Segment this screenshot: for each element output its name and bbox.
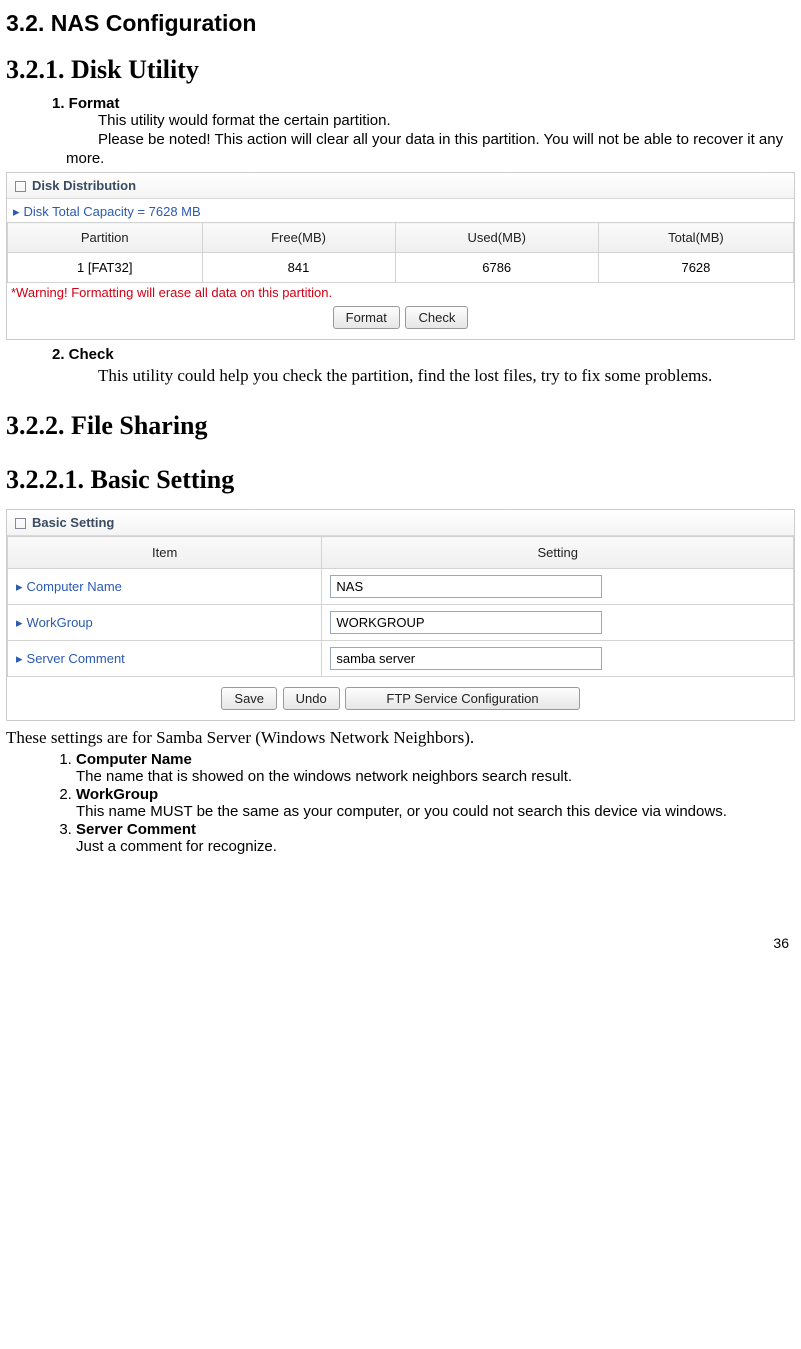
- panel-title-text: Disk Distribution: [32, 178, 136, 193]
- def-2-desc: This name MUST be the same as your compu…: [76, 803, 727, 820]
- triangle-icon: ▸: [16, 615, 23, 630]
- page-number: 36: [6, 935, 795, 951]
- def-1-title: Computer Name: [76, 751, 192, 768]
- save-button[interactable]: Save: [221, 687, 277, 710]
- check-button[interactable]: Check: [405, 306, 468, 329]
- col-free: Free(MB): [202, 223, 395, 253]
- undo-button[interactable]: Undo: [283, 687, 340, 710]
- cell-used: 6786: [395, 253, 598, 283]
- table-row: ▸Server Comment: [8, 641, 794, 677]
- col-total: Total(MB): [598, 223, 793, 253]
- triangle-icon: ▸: [13, 204, 20, 219]
- format-button[interactable]: Format: [333, 306, 400, 329]
- heading-3-2: 3.2. NAS Configuration: [6, 10, 795, 37]
- def-2-title: WorkGroup: [76, 786, 158, 803]
- format-warning: *Warning! Formatting will erase all data…: [7, 283, 794, 300]
- panel-title-basic: Basic Setting: [7, 510, 794, 536]
- def-1-desc: The name that is showed on the windows n…: [76, 768, 572, 785]
- disk-table: Partition Free(MB) Used(MB) Total(MB) 1 …: [7, 222, 794, 283]
- basic-setting-panel: Basic Setting Item Setting ▸Computer Nam…: [6, 509, 795, 721]
- list-item: Computer Name The name that is showed on…: [76, 751, 795, 785]
- table-row: ▸Computer Name: [8, 569, 794, 605]
- col-setting: Setting: [322, 537, 794, 569]
- definitions-list: Computer Name The name that is showed on…: [6, 751, 795, 855]
- computer-name-input[interactable]: [330, 575, 602, 598]
- row-server-comment-label: ▸Server Comment: [8, 641, 322, 677]
- workgroup-input[interactable]: [330, 611, 602, 634]
- cell-total: 7628: [598, 253, 793, 283]
- server-comment-input[interactable]: [330, 647, 602, 670]
- basic-button-bar: Save Undo FTP Service Configuration: [7, 677, 794, 720]
- panel-square-icon: [15, 181, 26, 192]
- col-item: Item: [8, 537, 322, 569]
- list-item: WorkGroup This name MUST be the same as …: [76, 786, 795, 820]
- ftp-config-button[interactable]: FTP Service Configuration: [345, 687, 579, 710]
- cell-free: 841: [202, 253, 395, 283]
- format-text-1: This utility would format the certain pa…: [98, 112, 795, 131]
- row-computer-name-label: ▸Computer Name: [8, 569, 322, 605]
- basic-setting-table: Item Setting ▸Computer Name ▸WorkGroup ▸…: [7, 536, 794, 677]
- samba-note: These settings are for Samba Server (Win…: [6, 727, 795, 749]
- cell-partition: 1 [FAT32]: [8, 253, 203, 283]
- heading-3-2-1: 3.2.1. Disk Utility: [6, 55, 795, 85]
- disk-distribution-panel: Disk Distribution ▸ Disk Total Capacity =…: [6, 172, 795, 340]
- format-text-2: Please be noted! This action will clear …: [66, 131, 783, 167]
- triangle-icon: ▸: [16, 579, 23, 594]
- list-item: Server Comment Just a comment for recogn…: [76, 821, 795, 855]
- check-text: This utility could help you check the pa…: [98, 366, 712, 385]
- panel-title-disk: Disk Distribution: [7, 173, 794, 199]
- disk-button-bar: Format Check: [7, 300, 794, 339]
- table-row: 1 [FAT32] 841 6786 7628: [8, 253, 794, 283]
- table-row: ▸WorkGroup: [8, 605, 794, 641]
- panel-square-icon: [15, 518, 26, 529]
- check-label: 2. Check: [52, 346, 795, 363]
- panel-basic-title-text: Basic Setting: [32, 515, 114, 530]
- disk-capacity-text: Disk Total Capacity = 7628 MB: [24, 204, 201, 219]
- disk-capacity-line: ▸ Disk Total Capacity = 7628 MB: [7, 199, 794, 222]
- col-used: Used(MB): [395, 223, 598, 253]
- def-3-desc: Just a comment for recognize.: [76, 838, 277, 855]
- heading-3-2-2: 3.2.2. File Sharing: [6, 411, 795, 441]
- format-label: 1. Format: [52, 95, 795, 112]
- def-3-title: Server Comment: [76, 821, 196, 838]
- triangle-icon: ▸: [16, 651, 23, 666]
- row-workgroup-label: ▸WorkGroup: [8, 605, 322, 641]
- heading-3-2-2-1: 3.2.2.1. Basic Setting: [6, 465, 795, 495]
- col-partition: Partition: [8, 223, 203, 253]
